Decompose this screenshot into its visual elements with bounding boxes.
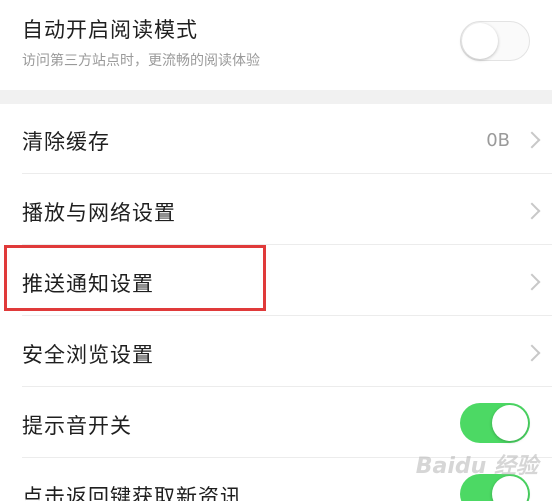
reading-mode-toggle[interactable] (460, 21, 530, 61)
toggle-knob (462, 23, 498, 59)
toggle-knob (492, 405, 528, 441)
divider (22, 315, 552, 316)
divider (22, 386, 552, 387)
section-gap (0, 90, 552, 104)
chevron-right-icon (523, 131, 541, 149)
back-refresh-label: 点击返回键获取新资讯 (22, 485, 242, 501)
playback-network-label: 播放与网络设置 (22, 201, 176, 225)
clear-cache-row[interactable]: 清除缓存 0B (0, 104, 552, 174)
clear-cache-label: 清除缓存 (22, 130, 110, 154)
safe-browsing-label: 安全浏览设置 (22, 343, 154, 367)
chevron-right-icon (523, 202, 541, 220)
reading-mode-subtitle: 访问第三方站点时，更流畅的阅读体验 (22, 53, 260, 69)
chevron-right-icon (523, 273, 541, 291)
sound-switch-toggle[interactable] (460, 403, 530, 443)
divider (22, 173, 552, 174)
sound-switch-label: 提示音开关 (22, 414, 132, 438)
playback-network-row[interactable]: 播放与网络设置 (0, 175, 552, 245)
chevron-right-icon (523, 344, 541, 362)
watermark: Baidu 经验 (415, 454, 538, 479)
highlight-box (4, 245, 266, 311)
reading-mode-row: 自动开启阅读模式 访问第三方站点时，更流畅的阅读体验 (0, 0, 552, 90)
safe-browsing-row[interactable]: 安全浏览设置 (0, 317, 552, 387)
cache-size-value: 0B (486, 130, 510, 151)
reading-mode-title: 自动开启阅读模式 (22, 18, 198, 42)
